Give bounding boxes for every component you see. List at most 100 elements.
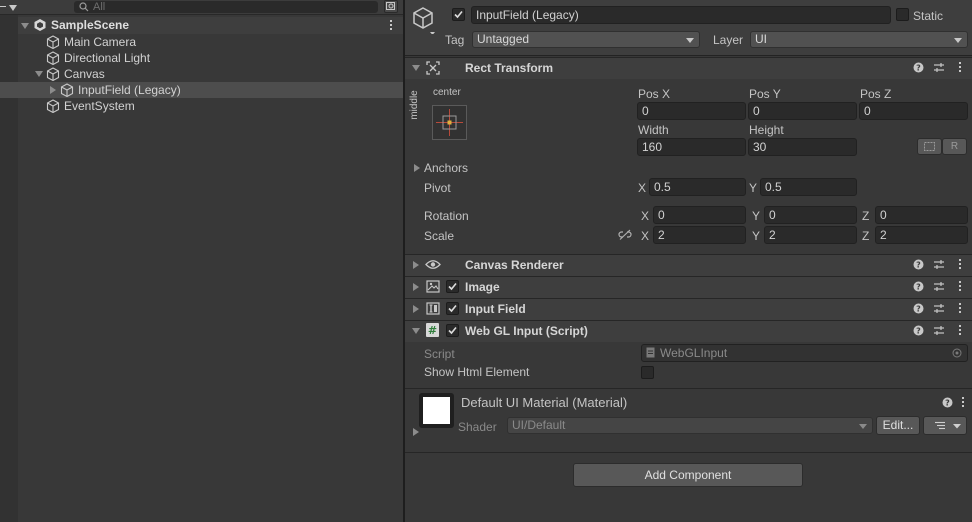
- canvas-expand-icon[interactable]: [35, 71, 43, 77]
- add-component-button[interactable]: Add Component: [573, 463, 803, 487]
- pivot-y-input[interactable]: 0.5: [760, 178, 857, 196]
- material-divider: [405, 388, 972, 389]
- material-menu-icon[interactable]: [962, 397, 965, 409]
- presets-icon[interactable]: [933, 259, 945, 270]
- object-name-input[interactable]: InputField (Legacy): [471, 6, 891, 24]
- pivot-label: Pivot: [424, 181, 451, 195]
- component-menu-icon[interactable]: [959, 281, 962, 293]
- material-expand-icon[interactable]: [413, 428, 419, 436]
- active-checkbox[interactable]: [452, 8, 465, 21]
- static-checkbox[interactable]: [896, 8, 909, 21]
- scene-name: SampleScene: [51, 18, 130, 32]
- pos-z-input[interactable]: 0: [859, 102, 968, 120]
- height-input[interactable]: 30: [748, 138, 857, 156]
- component-menu-icon[interactable]: [959, 325, 962, 337]
- hierarchy-item-main-camera[interactable]: Main Camera: [64, 34, 136, 50]
- scene-search-button[interactable]: [384, 0, 398, 13]
- constrain-proportions-icon[interactable]: [618, 229, 632, 241]
- hierarchy-item-directional-light[interactable]: Directional Light: [64, 50, 150, 66]
- anchors-label[interactable]: Anchors: [424, 160, 468, 176]
- webgl-input-enabled-checkbox[interactable]: [446, 324, 459, 337]
- layer-value: UI: [755, 32, 767, 46]
- component-menu-icon[interactable]: [959, 62, 962, 74]
- help-icon[interactable]: ?: [942, 397, 953, 408]
- svg-text:?: ?: [916, 261, 921, 270]
- raw-edit-button[interactable]: R: [942, 138, 967, 155]
- webgl-input-title: Web GL Input (Script): [465, 324, 588, 338]
- static-label: Static: [913, 9, 944, 23]
- gameobject-large-icon[interactable]: [412, 6, 436, 34]
- inputfield-expand-icon[interactable]: [50, 86, 56, 94]
- scene-expand-icon[interactable]: [21, 23, 29, 29]
- rotation-z-input[interactable]: 0: [875, 206, 968, 224]
- scene-search-icon: [386, 2, 395, 10]
- pivot-x-input[interactable]: 0.5: [649, 178, 746, 196]
- image-expand-icon[interactable]: [413, 283, 419, 291]
- scale-label: Scale: [424, 229, 455, 243]
- pivot-y-axis-label: Y: [749, 181, 758, 195]
- help-icon[interactable]: ?: [913, 259, 924, 270]
- layer-dropdown[interactable]: UI: [750, 31, 968, 48]
- object-picker-icon[interactable]: [952, 348, 962, 358]
- blueprint-mode-button[interactable]: [917, 138, 942, 155]
- shader-edit-button[interactable]: Edit...: [876, 416, 920, 435]
- hierarchy-item-canvas[interactable]: Canvas: [64, 66, 105, 82]
- anchor-horizontal-label: center: [433, 87, 461, 98]
- script-field[interactable]: WebGLInput: [641, 344, 968, 362]
- create-dropdown-icon[interactable]: [9, 5, 17, 11]
- add-component-divider: [405, 452, 972, 453]
- scene-menu-icon[interactable]: [390, 20, 393, 32]
- scale-x-input[interactable]: 2: [653, 226, 746, 244]
- rect-transform-title: Rect Transform: [465, 61, 554, 75]
- input-field-title: Input Field: [465, 302, 526, 316]
- checkmark-icon: [454, 10, 463, 19]
- help-icon[interactable]: ?: [913, 62, 924, 73]
- width-input[interactable]: 160: [637, 138, 746, 156]
- anchors-expand-icon[interactable]: [414, 164, 420, 172]
- create-menu-icon[interactable]: [0, 2, 6, 12]
- hierarchy-item-eventsystem[interactable]: EventSystem: [64, 98, 135, 114]
- scale-y-input[interactable]: 2: [764, 226, 857, 244]
- list-icon: [935, 421, 961, 430]
- rotation-x-input[interactable]: 0: [653, 206, 746, 224]
- scale-z-input[interactable]: 2: [875, 226, 968, 244]
- input-field-expand-icon[interactable]: [413, 305, 419, 313]
- material-preview-swatch: [423, 397, 450, 424]
- material-preview-frame[interactable]: [419, 393, 454, 428]
- anchor-presets-button[interactable]: [432, 105, 467, 140]
- image-component-icon: [426, 280, 440, 293]
- rect-transform-expand-icon[interactable]: [412, 65, 420, 71]
- webgl-input-expand-icon[interactable]: [412, 328, 420, 334]
- help-icon[interactable]: ?: [913, 325, 924, 336]
- material-title: Default UI Material (Material): [461, 395, 628, 410]
- tag-dropdown[interactable]: Untagged: [472, 31, 700, 48]
- rotation-y-axis-label: Y: [752, 209, 761, 223]
- show-html-label: Show Html Element: [424, 365, 530, 379]
- search-input[interactable]: [74, 1, 378, 13]
- shader-dropdown[interactable]: UI/Default: [507, 417, 873, 434]
- svg-text:?: ?: [945, 399, 950, 408]
- hierarchy-item-inputfield[interactable]: InputField (Legacy): [78, 82, 181, 98]
- help-icon[interactable]: ?: [913, 281, 924, 292]
- presets-icon[interactable]: [933, 281, 945, 292]
- component-menu-icon[interactable]: [959, 259, 962, 271]
- show-html-checkbox[interactable]: [641, 366, 654, 379]
- unity-scene-icon: [33, 18, 47, 32]
- canvas-renderer-expand-icon[interactable]: [413, 261, 419, 269]
- checkmark-icon: [448, 282, 457, 291]
- pos-y-input[interactable]: 0: [748, 102, 857, 120]
- input-field-enabled-checkbox[interactable]: [446, 302, 459, 315]
- presets-icon[interactable]: [933, 62, 945, 73]
- eye-icon: [425, 258, 441, 271]
- presets-icon[interactable]: [933, 325, 945, 336]
- pivot-x-axis-label: X: [638, 181, 647, 195]
- anchor-preset-icon: [436, 109, 463, 136]
- tag-label: Tag: [445, 33, 465, 47]
- presets-icon[interactable]: [933, 303, 945, 314]
- pos-x-input[interactable]: 0: [637, 102, 746, 120]
- shader-options-button[interactable]: [923, 416, 967, 435]
- rotation-y-input[interactable]: 0: [764, 206, 857, 224]
- component-menu-icon[interactable]: [959, 303, 962, 315]
- image-enabled-checkbox[interactable]: [446, 280, 459, 293]
- help-icon[interactable]: ?: [913, 303, 924, 314]
